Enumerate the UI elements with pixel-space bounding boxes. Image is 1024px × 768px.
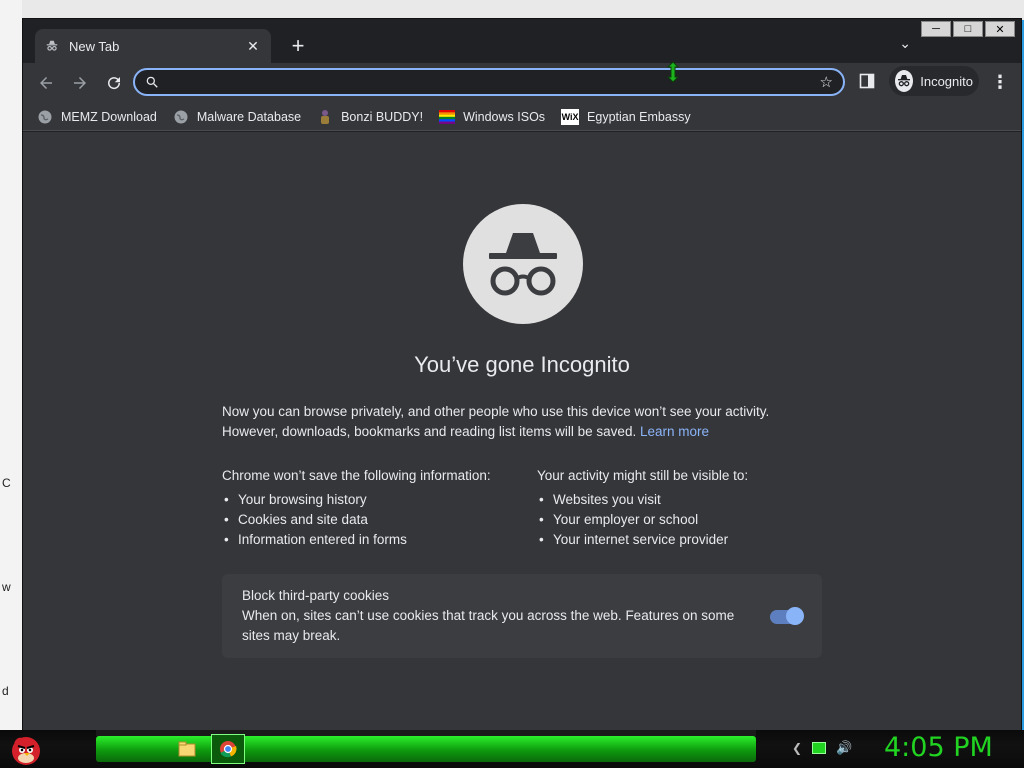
address-input[interactable]: [167, 74, 820, 90]
forward-button[interactable]: [65, 68, 95, 98]
cookie-controls-card: Block third-party cookies When on, sites…: [222, 574, 822, 658]
close-window-button[interactable]: ✕: [985, 21, 1015, 37]
bookmark-label: Malware Database: [196, 109, 302, 124]
globe-icon: [173, 109, 189, 125]
background-text: C: [2, 476, 11, 490]
page-title: You’ve gone Incognito: [414, 352, 630, 377]
profile-label: Incognito: [920, 73, 973, 89]
tab-search-chevron-icon[interactable]: ⌄: [899, 35, 911, 52]
still-visible-section: Your activity might still be visible to:…: [537, 466, 837, 550]
incognito-hero-icon: [463, 204, 583, 324]
rainbow-icon: [439, 109, 456, 125]
bookmark-memz-download[interactable]: MEMZ Download: [37, 109, 157, 125]
maximize-button[interactable]: □: [953, 21, 983, 37]
tray-arrow-icon[interactable]: ❮: [792, 741, 802, 755]
list-item: Cookies and site data: [222, 510, 522, 530]
bookmark-malware-database[interactable]: Malware Database: [173, 109, 301, 125]
bookmark-label: Egyptian Embassy: [587, 109, 691, 124]
taskbar-chrome-icon[interactable]: [211, 734, 245, 764]
background-text: d: [2, 684, 9, 698]
still-visible-heading: Your activity might still be visible to:: [537, 468, 749, 483]
block-cookies-toggle[interactable]: [770, 607, 804, 625]
tray-volume-icon[interactable]: 🔊: [836, 740, 852, 756]
resize-cursor-icon: [666, 61, 680, 83]
background-text: w: [2, 580, 11, 594]
intro-line: However, downloads, bookmarks and readin…: [222, 422, 822, 442]
intro-line-text: However, downloads, bookmarks and readin…: [222, 424, 637, 439]
bookmark-label: Windows ISOs: [463, 109, 546, 124]
omnibox[interactable]: ☆: [133, 68, 845, 96]
not-saved-heading: Chrome won’t save the following informat…: [222, 468, 491, 483]
incognito-icon: [45, 39, 59, 53]
background-window-strip: C w d: [0, 0, 22, 730]
learn-more-link[interactable]: Learn more: [640, 424, 709, 439]
globe-icon: [37, 109, 53, 125]
window-controls: ─ □ ✕: [921, 21, 1015, 37]
new-tab-page: You’ve gone Incognito Now you can browse…: [23, 132, 1021, 730]
bookmark-egyptian-embassy[interactable]: WiX Egyptian Embassy: [561, 108, 691, 125]
bookmark-star-icon[interactable]: ☆: [820, 73, 833, 91]
list-item: Your internet service provider: [537, 530, 837, 550]
search-icon: [146, 76, 158, 88]
chrome-window: New Tab ✕ + ⌄ ─ □ ✕ ☆ Incognito ⋮ MEMZ D…: [22, 18, 1022, 730]
profile-incognito-button[interactable]: Incognito: [889, 66, 979, 96]
cookies-title: Block third-party cookies: [242, 588, 390, 603]
tab-close-icon[interactable]: ✕: [245, 38, 261, 55]
cookies-description: When on, sites can’t use cookies that tr…: [242, 608, 735, 643]
tab-label: New Tab: [69, 38, 120, 54]
bookmark-label: Bonzi BUDDY!: [341, 109, 424, 124]
not-saved-section: Chrome won’t save the following informat…: [222, 466, 522, 550]
bonzi-icon: [317, 109, 333, 125]
back-button[interactable]: [31, 68, 61, 98]
intro-text: Now you can browse privately, and other …: [222, 402, 822, 442]
minimize-button[interactable]: ─: [921, 21, 951, 37]
tab-new-tab[interactable]: New Tab ✕: [35, 29, 271, 63]
new-tab-button[interactable]: +: [285, 33, 311, 59]
taskbar: ❮ 🔊 4:05 PM: [0, 730, 1024, 768]
bookmark-label: MEMZ Download: [61, 109, 157, 124]
taskbar-clock[interactable]: 4:05 PM: [884, 732, 993, 763]
toolbar: ☆ Incognito ⋮: [23, 63, 1021, 103]
list-item: Information entered in forms: [222, 530, 522, 550]
reload-icon: [108, 77, 121, 90]
bookmark-bonzi-buddy[interactable]: Bonzi BUDDY!: [317, 109, 423, 125]
side-panel-icon[interactable]: [859, 73, 875, 89]
list-item: Your employer or school: [537, 510, 837, 530]
list-item: Websites you visit: [537, 490, 837, 510]
incognito-avatar-icon: [895, 70, 914, 92]
bookmarks-bar: MEMZ Download Malware Database Bonzi BUD…: [23, 103, 1021, 131]
tray-network-icon[interactable]: [812, 742, 827, 754]
tab-strip: New Tab ✕ + ⌄ ─ □ ✕: [23, 19, 1021, 63]
bookmark-windows-isos[interactable]: Windows ISOs: [439, 109, 545, 125]
wix-icon: WiX: [561, 108, 580, 125]
forward-arrow-icon: [74, 77, 86, 89]
taskbar-explorer-icon[interactable]: [170, 734, 204, 764]
background-window-titlebar: [22, 0, 1024, 20]
list-item: Your browsing history: [222, 490, 522, 510]
more-menu-icon[interactable]: ⋮: [991, 71, 1009, 93]
back-arrow-icon: [40, 77, 52, 89]
intro-line: Now you can browse privately, and other …: [222, 404, 770, 419]
start-button-angry-bird-icon[interactable]: [6, 730, 46, 768]
reload-button[interactable]: [99, 68, 129, 98]
system-tray: ❮ 🔊: [792, 740, 852, 756]
